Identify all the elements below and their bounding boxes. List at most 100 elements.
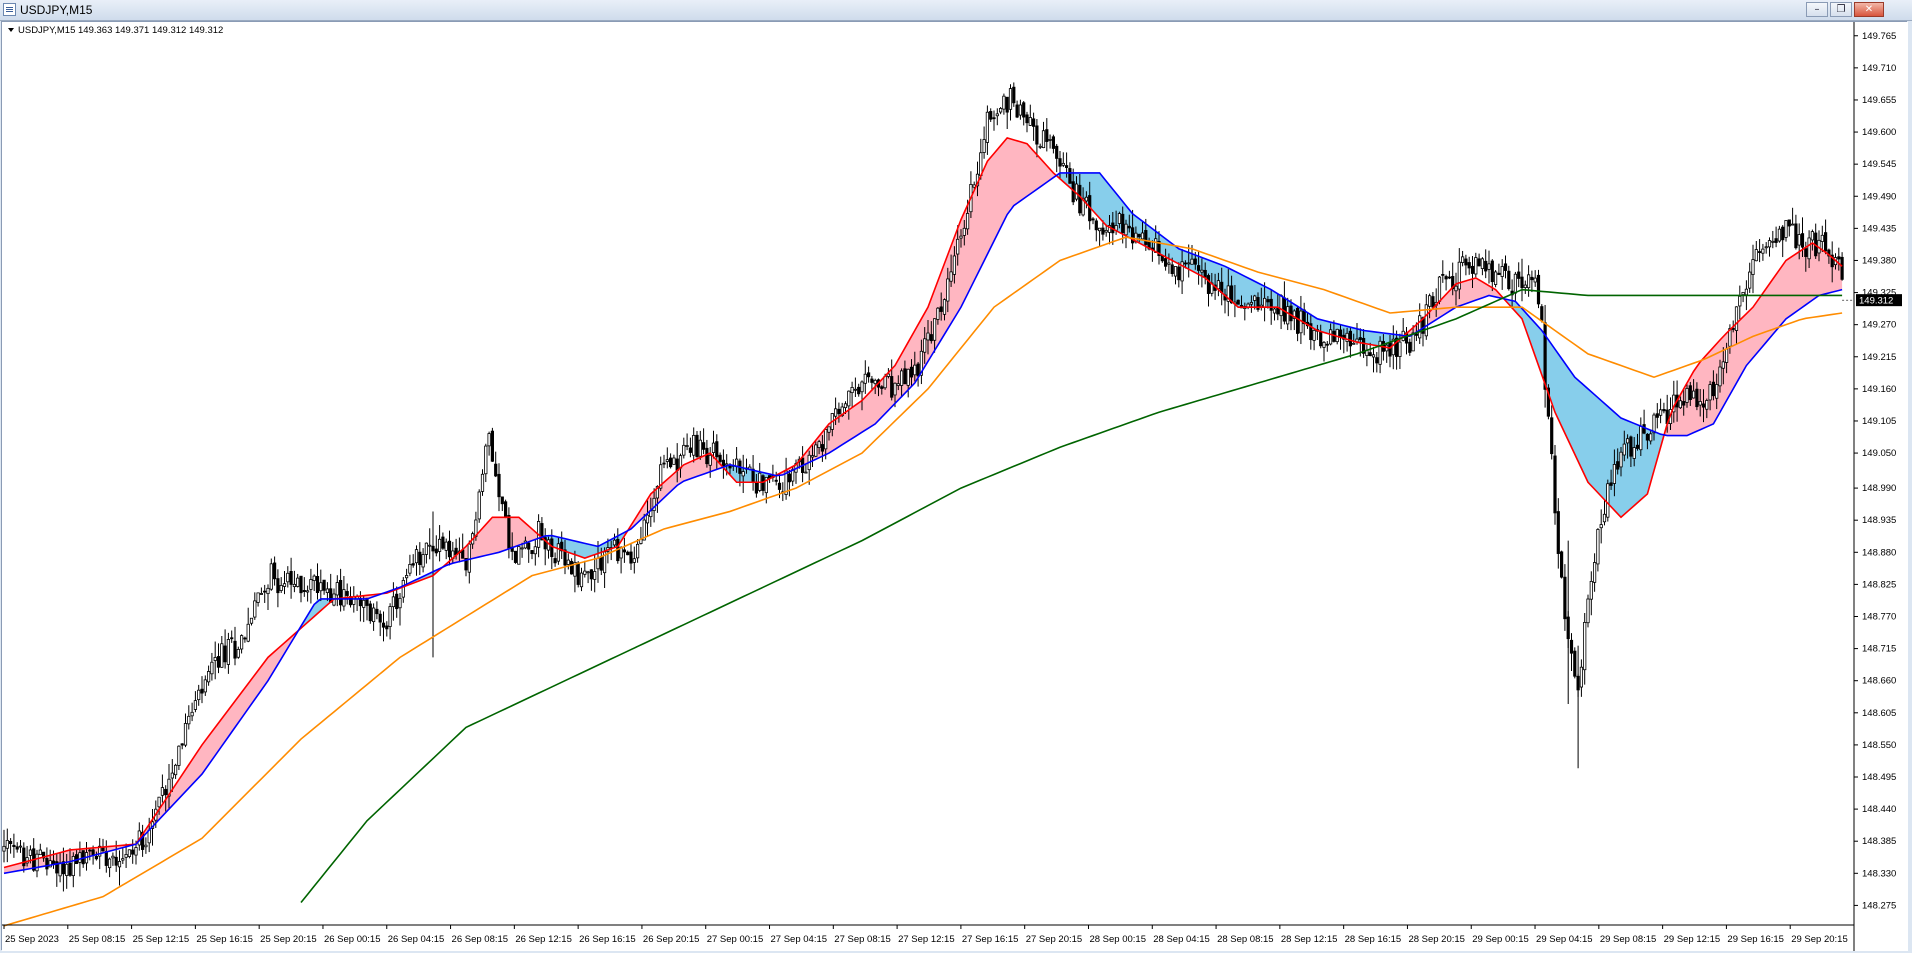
candle-body — [880, 386, 884, 389]
candle-body — [1530, 276, 1534, 281]
candle-body — [1183, 262, 1187, 265]
candle-body — [820, 444, 825, 452]
candle-body — [995, 113, 999, 117]
candle-body — [1193, 258, 1197, 265]
candle-body — [853, 388, 858, 391]
candle-body — [193, 700, 197, 710]
price-tick-label: 149.215 — [1862, 352, 1896, 363]
price-tick-label: 149.545 — [1862, 159, 1896, 170]
candle-body — [243, 637, 247, 640]
candle — [517, 546, 521, 565]
candle-body — [645, 514, 650, 524]
candle-body — [131, 849, 135, 855]
candle-body — [850, 387, 854, 394]
time-tick-label: 29 Sep 04:15 — [1536, 934, 1593, 945]
price-chart[interactable]: 149.765 149.710 149.655 149.600 149.545 149.4… — [2, 22, 1908, 951]
candle-body — [698, 439, 702, 457]
candle-body — [1579, 666, 1583, 688]
time-tick-label: 26 Sep 08:15 — [452, 934, 509, 945]
candle-body — [38, 849, 42, 856]
candle-body — [1837, 256, 1841, 260]
candle-body — [1791, 223, 1795, 226]
candle-body — [170, 772, 174, 779]
candle-body — [721, 459, 726, 467]
candle-body — [665, 459, 669, 462]
time-tick-label: 27 Sep 12:15 — [898, 934, 955, 945]
candle-body — [28, 849, 33, 856]
candle-body — [173, 764, 178, 776]
candle-body — [395, 593, 399, 610]
candle-body — [1025, 114, 1029, 124]
candle-body — [1560, 551, 1564, 578]
restore-button[interactable]: ❐ — [1830, 2, 1852, 17]
candle-body — [1319, 331, 1323, 347]
candle-body — [1437, 276, 1442, 302]
candle-body — [669, 457, 673, 468]
candle-body — [966, 213, 970, 230]
candle-body — [695, 434, 699, 458]
price-tick-label: 148.440 — [1862, 804, 1896, 815]
candle-body — [1253, 295, 1257, 301]
candle-body — [71, 856, 75, 877]
candle-body — [177, 745, 181, 766]
candle-body — [421, 554, 425, 568]
candle — [1536, 269, 1541, 309]
candle-body — [1005, 96, 1009, 113]
time-tick-label: 27 Sep 08:15 — [834, 934, 891, 945]
candle-body — [1408, 341, 1412, 353]
title-bar[interactable]: USDJPY,M15 – ❐ ✕ — [0, 0, 1912, 21]
candle-body — [804, 471, 808, 474]
candle-body — [447, 540, 452, 558]
time-tick-label: 29 Sep 00:15 — [1472, 934, 1529, 945]
candle-body — [715, 441, 719, 458]
candle-body — [1622, 443, 1626, 456]
close-button[interactable]: ✕ — [1854, 2, 1884, 17]
candle-body — [1457, 261, 1461, 290]
candle-body — [1484, 260, 1488, 272]
candle-body — [867, 372, 871, 378]
candle-body — [484, 445, 488, 475]
candle-body — [164, 788, 168, 796]
candle-body — [1447, 276, 1451, 279]
candle-body — [15, 846, 19, 850]
candle-body — [1678, 400, 1682, 409]
time-tick-label: 26 Sep 04:15 — [388, 934, 445, 945]
candle-body — [134, 847, 138, 856]
candle-body — [1279, 295, 1283, 317]
candle-body — [1642, 424, 1646, 434]
candle-body — [5, 840, 9, 849]
candle-body — [1216, 280, 1220, 290]
candle-body — [1583, 621, 1587, 671]
candle-body — [711, 442, 716, 453]
candle-body — [1177, 266, 1181, 281]
minimize-button[interactable]: – — [1806, 2, 1828, 17]
time-tick-label: 29 Sep 16:15 — [1727, 934, 1784, 945]
candle-body — [893, 382, 897, 396]
candle-body — [1203, 269, 1207, 278]
price-tick-label: 148.990 — [1862, 483, 1896, 494]
candle-body — [1619, 451, 1623, 468]
candle-body — [566, 559, 570, 565]
price-tick-label: 149.710 — [1862, 63, 1896, 74]
candle-body — [1058, 158, 1062, 167]
candle-body — [1688, 385, 1692, 400]
candle-body — [946, 278, 950, 302]
candle-body — [411, 563, 415, 566]
candle-body — [626, 551, 630, 556]
candle-body — [378, 613, 382, 623]
candle-body — [1639, 425, 1643, 451]
candle-body — [160, 787, 164, 796]
candle-body — [180, 743, 184, 746]
candle-body — [325, 588, 330, 593]
candle-body — [1441, 273, 1445, 276]
candle-body — [1032, 118, 1036, 127]
candle — [576, 561, 580, 588]
candle-body — [259, 593, 264, 595]
candle-body — [1599, 524, 1603, 529]
chart-area[interactable]: 149.765 149.710 149.655 149.600 149.545 149.4… — [1, 21, 1908, 951]
candle-body — [1474, 257, 1478, 275]
candle-body — [1616, 461, 1620, 470]
time-tick-label: 26 Sep 20:15 — [643, 934, 700, 945]
candle-body — [1414, 333, 1418, 336]
candle-body — [579, 572, 584, 588]
